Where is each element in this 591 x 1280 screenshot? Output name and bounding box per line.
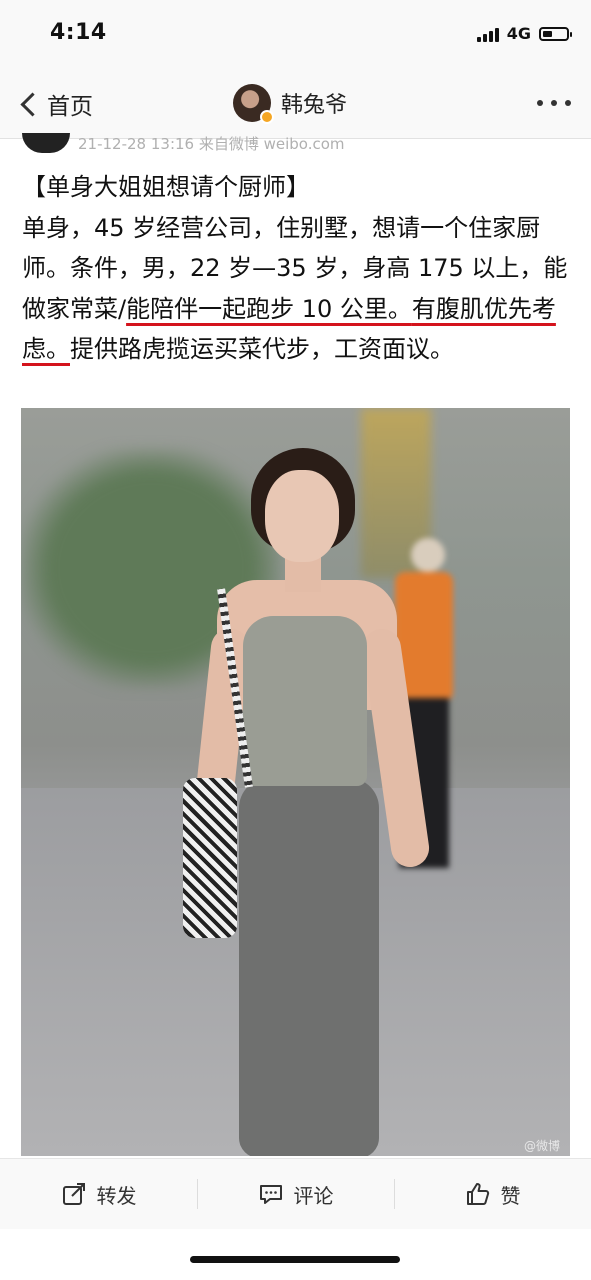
post-body: 单身，45 岁经营公司，住别墅，想请一个住家厨师。条件，男，22 岁—35 岁，… [22, 208, 570, 370]
screen: 4:14 4G 首页 韩兔爷 21-12-28 13:16 来自微博 weibo… [0, 0, 591, 1280]
post-meta: 21-12-28 13:16 来自微博 weibo.com [22, 133, 345, 153]
woman-figure [181, 448, 451, 1156]
like-button[interactable]: 赞 [394, 1159, 591, 1229]
status-bar: 4:14 4G [0, 0, 591, 70]
back-button[interactable]: 首页 [16, 84, 93, 124]
battery-fill [543, 30, 552, 37]
network-label: 4G [506, 24, 531, 43]
comment-bubble-icon [259, 1185, 282, 1204]
status-indicators: 4G [476, 24, 572, 43]
home-indicator[interactable] [190, 1256, 400, 1263]
back-label: 首页 [47, 94, 93, 120]
nav-bar: 首页 韩兔爷 [0, 70, 591, 139]
post-timestamp-source: 21-12-28 13:16 来自微博 weibo.com [78, 134, 345, 153]
verified-badge-icon [260, 110, 274, 124]
signal-bars-icon [476, 26, 499, 42]
status-time: 4:14 [50, 20, 107, 45]
battery-icon [539, 26, 572, 41]
nav-title: 韩兔爷 [281, 93, 348, 118]
like-label: 赞 [500, 1183, 521, 1208]
comment-button[interactable]: 评论 [197, 1159, 394, 1229]
nav-profile[interactable]: 韩兔爷 [233, 84, 348, 124]
comment-label: 评论 [293, 1183, 334, 1208]
chevron-left-icon [20, 91, 45, 117]
handbag [183, 778, 237, 938]
thumbs-up-icon [466, 1183, 489, 1205]
post-text: 【单身大姐姐想请个厨师】 单身，45 岁经营公司，住别墅，想请一个住家厨师。条件… [22, 167, 570, 370]
avatar[interactable] [233, 84, 274, 124]
photo-watermark: @微博 [523, 1139, 560, 1153]
body-text-2: 提供路虎揽运买菜代步，工资面议。 [70, 335, 454, 363]
post-photo[interactable]: @微博 [21, 408, 570, 1156]
action-bar: 转发 评论 赞 [0, 1158, 591, 1229]
post-title: 【单身大姐姐想请个厨师】 [22, 173, 310, 201]
author-avatar[interactable] [22, 133, 70, 153]
share-arrow-icon [62, 1183, 85, 1205]
more-dots-icon[interactable] [537, 100, 571, 106]
repost-button[interactable]: 转发 [0, 1159, 197, 1229]
repost-label: 转发 [96, 1183, 137, 1208]
underlined-text-running: 能陪伴一起跑步 10 公里。 [126, 294, 412, 323]
